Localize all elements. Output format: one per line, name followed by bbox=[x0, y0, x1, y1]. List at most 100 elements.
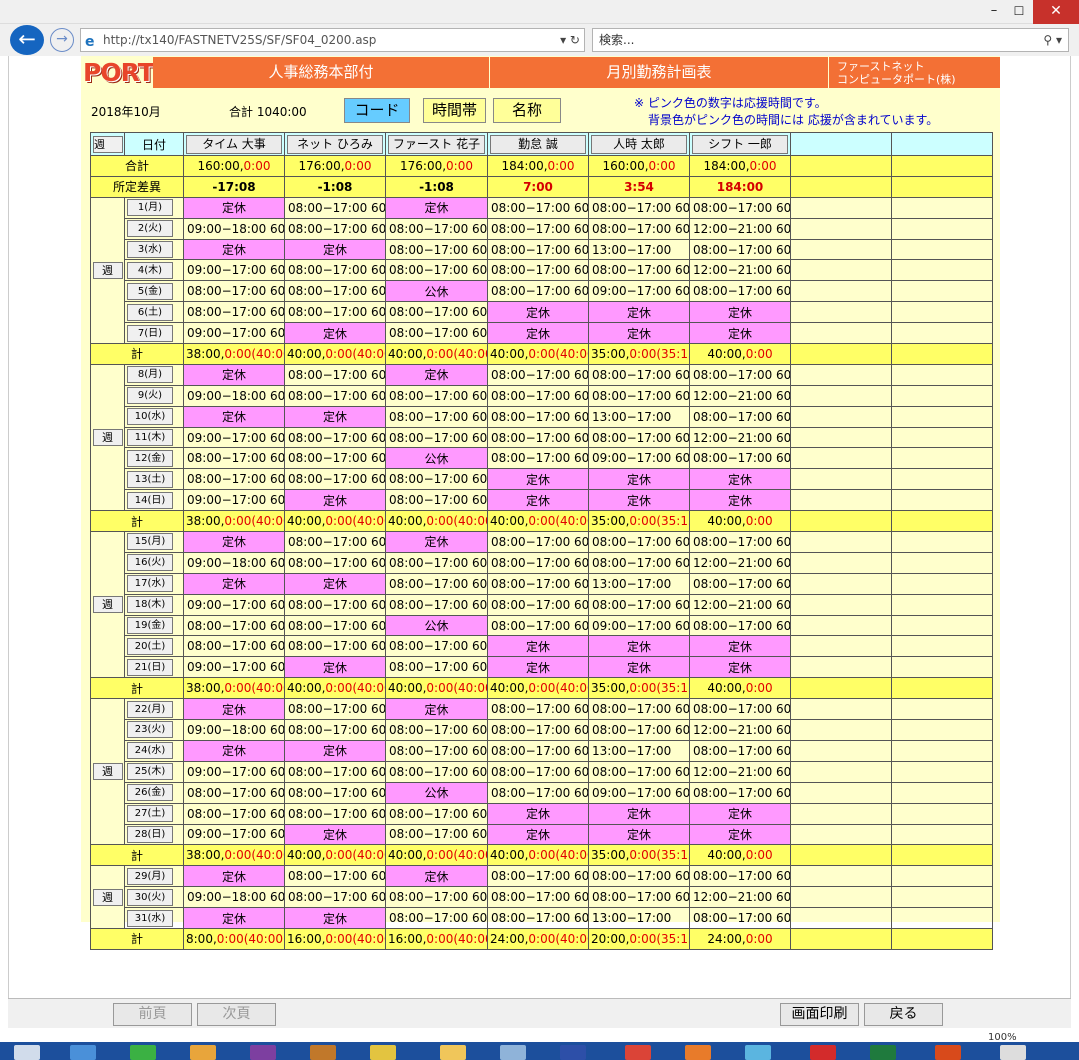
schedule-cell[interactable]: 定休 bbox=[588, 635, 690, 658]
schedule-cell[interactable]: 定休 bbox=[487, 322, 589, 345]
day-button[interactable]: 12(金) bbox=[127, 449, 173, 467]
day-button[interactable]: 9(火) bbox=[127, 387, 173, 405]
schedule-cell[interactable]: 08:00−17:00 60 bbox=[487, 551, 589, 574]
schedule-cell[interactable]: 08:00−17:00 60 bbox=[487, 698, 589, 721]
schedule-cell[interactable]: 08:00−17:00 60 bbox=[284, 593, 386, 616]
return-button[interactable]: 戻る bbox=[864, 1003, 943, 1026]
schedule-cell[interactable]: 定休 bbox=[689, 301, 791, 324]
schedule-cell[interactable]: 定休 bbox=[284, 405, 386, 428]
schedule-cell[interactable]: 09:00−18:00 60 bbox=[183, 719, 285, 741]
schedule-cell[interactable]: 定休 bbox=[689, 656, 791, 679]
schedule-cell[interactable]: 13:00−17:00 bbox=[588, 739, 690, 762]
schedule-cell[interactable]: 定休 bbox=[588, 301, 690, 324]
schedule-cell[interactable]: 09:00−17:00 60 bbox=[588, 280, 690, 303]
schedule-cell[interactable]: 公休 bbox=[385, 280, 488, 303]
schedule-cell[interactable]: 08:00−17:00 60 bbox=[385, 217, 488, 240]
schedule-cell[interactable]: 08:00−17:00 60 bbox=[588, 593, 690, 616]
schedule-cell[interactable]: 08:00−17:00 60 bbox=[487, 614, 589, 637]
taskbar-app-icon[interactable] bbox=[625, 1045, 651, 1060]
schedule-cell[interactable]: 08:00−17:00 60 bbox=[689, 572, 791, 595]
employee-name-button[interactable]: タイム 大事 bbox=[186, 134, 282, 154]
next-page-button[interactable]: 次頁 bbox=[197, 1003, 276, 1026]
schedule-cell[interactable]: 08:00−17:00 60 bbox=[487, 447, 589, 470]
schedule-cell[interactable]: 09:00−17:00 60 bbox=[183, 259, 285, 282]
schedule-cell[interactable]: 定休 bbox=[284, 489, 386, 512]
day-button[interactable]: 29(月) bbox=[127, 867, 173, 885]
taskbar-app-icon[interactable] bbox=[250, 1045, 276, 1060]
schedule-cell[interactable]: 定休 bbox=[183, 698, 285, 721]
schedule-cell[interactable]: 08:00−17:00 60 bbox=[183, 614, 285, 637]
schedule-cell[interactable]: 08:00−17:00 60 bbox=[689, 614, 791, 637]
schedule-cell[interactable]: 定休 bbox=[689, 489, 791, 512]
schedule-cell[interactable]: 08:00−17:00 60 bbox=[284, 614, 386, 637]
schedule-cell[interactable]: 公休 bbox=[385, 447, 488, 470]
schedule-cell[interactable]: 08:00−17:00 60 bbox=[487, 405, 589, 428]
schedule-cell[interactable]: 定休 bbox=[284, 656, 386, 679]
schedule-cell[interactable]: 08:00−17:00 60 bbox=[284, 259, 386, 282]
schedule-cell[interactable]: 定休 bbox=[487, 635, 589, 658]
taskbar-app-icon[interactable] bbox=[745, 1045, 771, 1060]
week-button[interactable]: 週 bbox=[92, 429, 123, 447]
schedule-cell[interactable]: 12:00−21:00 60 bbox=[689, 760, 791, 783]
schedule-cell[interactable]: 定休 bbox=[487, 656, 589, 679]
schedule-cell[interactable]: 08:00−17:00 60 bbox=[385, 739, 488, 762]
schedule-cell[interactable]: 定休 bbox=[284, 322, 386, 345]
schedule-cell[interactable]: 定休 bbox=[689, 468, 791, 491]
schedule-cell[interactable]: 定休 bbox=[689, 322, 791, 345]
day-button[interactable]: 27(土) bbox=[127, 805, 173, 823]
employee-name-button[interactable]: ファースト 花子 bbox=[388, 134, 485, 154]
schedule-cell[interactable]: 08:00−17:00 60 bbox=[487, 593, 589, 616]
week-button[interactable]: 週 bbox=[92, 763, 123, 781]
day-button[interactable]: 14(日) bbox=[127, 491, 173, 509]
week-header-button[interactable]: 週 bbox=[93, 135, 123, 153]
day-button[interactable]: 6(土) bbox=[127, 303, 173, 321]
taskbar-app-icon[interactable] bbox=[190, 1045, 216, 1060]
day-button[interactable]: 23(火) bbox=[127, 721, 173, 739]
schedule-cell[interactable]: 08:00−17:00 60 bbox=[385, 259, 488, 282]
schedule-cell[interactable]: 定休 bbox=[385, 363, 488, 386]
schedule-cell[interactable]: 08:00−17:00 60 bbox=[284, 468, 386, 491]
taskbar-app-icon[interactable] bbox=[370, 1045, 396, 1060]
schedule-cell[interactable]: 08:00−17:00 60 bbox=[689, 238, 791, 261]
schedule-cell[interactable]: 08:00−17:00 60 bbox=[689, 405, 791, 428]
schedule-cell[interactable]: 12:00−21:00 60 bbox=[689, 384, 791, 407]
schedule-cell[interactable]: 定休 bbox=[183, 907, 285, 929]
schedule-cell[interactable]: 08:00−17:00 60 bbox=[588, 719, 690, 741]
schedule-cell[interactable]: 09:00−17:00 60 bbox=[588, 614, 690, 637]
schedule-cell[interactable]: 08:00−17:00 60 bbox=[385, 886, 488, 909]
day-button[interactable]: 11(木) bbox=[127, 429, 173, 447]
schedule-cell[interactable]: 09:00−18:00 60 bbox=[183, 886, 285, 909]
schedule-cell[interactable]: 09:00−17:00 60 bbox=[183, 322, 285, 345]
schedule-cell[interactable]: 定休 bbox=[183, 739, 285, 762]
schedule-cell[interactable]: 08:00−17:00 60 bbox=[487, 781, 589, 804]
day-button[interactable]: 8(月) bbox=[127, 366, 173, 384]
taskbar-app-icon[interactable] bbox=[1000, 1045, 1026, 1060]
schedule-cell[interactable]: 定休 bbox=[588, 468, 690, 491]
schedule-cell[interactable]: 09:00−17:00 60 bbox=[588, 447, 690, 470]
taskbar-app-icon[interactable] bbox=[935, 1045, 961, 1060]
schedule-cell[interactable]: 定休 bbox=[487, 823, 589, 846]
schedule-cell[interactable]: 定休 bbox=[183, 238, 285, 261]
day-button[interactable]: 17(水) bbox=[127, 575, 173, 593]
schedule-cell[interactable]: 08:00−17:00 60 bbox=[385, 823, 488, 846]
schedule-cell[interactable]: 定休 bbox=[588, 823, 690, 846]
schedule-cell[interactable]: 08:00−17:00 60 bbox=[487, 865, 589, 888]
schedule-cell[interactable]: 08:00−17:00 60 bbox=[385, 405, 488, 428]
schedule-cell[interactable]: 定休 bbox=[183, 405, 285, 428]
schedule-cell[interactable]: 定休 bbox=[689, 802, 791, 825]
schedule-cell[interactable]: 08:00−17:00 60 bbox=[284, 384, 386, 407]
schedule-cell[interactable]: 公休 bbox=[385, 614, 488, 637]
schedule-cell[interactable]: 08:00−17:00 60 bbox=[487, 531, 589, 553]
schedule-cell[interactable]: 08:00−17:00 60 bbox=[487, 572, 589, 595]
day-button[interactable]: 21(日) bbox=[127, 658, 173, 676]
taskbar-app-icon[interactable] bbox=[685, 1045, 711, 1060]
refresh-icon[interactable]: ▾ ↻ bbox=[560, 29, 580, 51]
schedule-cell[interactable]: 定休 bbox=[385, 531, 488, 553]
schedule-cell[interactable]: 08:00−17:00 60 bbox=[385, 907, 488, 929]
taskbar-app-icon[interactable] bbox=[870, 1045, 896, 1060]
schedule-cell[interactable]: 09:00−17:00 60 bbox=[183, 489, 285, 512]
schedule-cell[interactable]: 08:00−17:00 60 bbox=[689, 447, 791, 470]
minimize-icon[interactable]: – bbox=[979, 0, 1009, 24]
schedule-cell[interactable]: 08:00−17:00 60 bbox=[183, 781, 285, 804]
schedule-cell[interactable]: 13:00−17:00 bbox=[588, 907, 690, 929]
